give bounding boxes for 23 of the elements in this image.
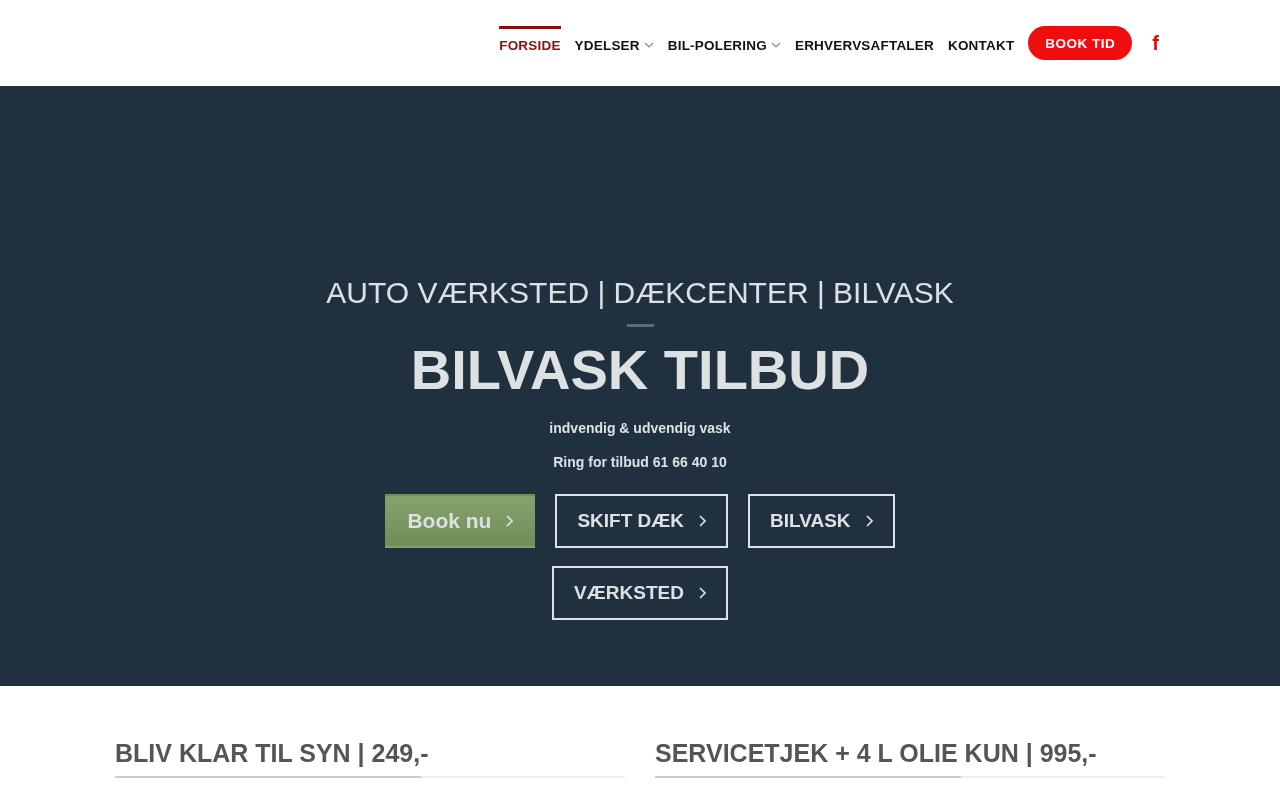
chevron-right-icon [698, 515, 706, 527]
nav-link[interactable]: BIL-POLERING [667, 26, 781, 60]
hero-text: indvendig & udvendig vask [549, 420, 731, 436]
hero-button[interactable]: SKIFT DÆK [555, 494, 728, 548]
hero-button[interactable]: VÆRKSTED [552, 566, 728, 620]
hero-button[interactable]: BILVASK [748, 494, 895, 548]
facebook-icon[interactable]: f [1146, 31, 1165, 55]
chevron-right-icon [864, 515, 873, 527]
nav-link[interactable]: FORSIDE [499, 26, 561, 60]
section-heading: BLIV KLAR TIL SYN | 249,- [115, 738, 625, 778]
nav-link[interactable]: KONTAKT [947, 26, 1015, 60]
hero-title: BILVASK TILBUD [410, 337, 870, 402]
caret-down-icon [643, 42, 654, 48]
divider [626, 324, 654, 327]
nav-link[interactable]: ERHVERVSAFTALER [794, 26, 934, 60]
book-button[interactable]: BOOK TID [1028, 26, 1133, 60]
chevron-right-icon [697, 587, 706, 599]
chevron-right-icon [505, 515, 514, 527]
hero-kicker: AUTO VÆRKSTED | DÆKCENTER | BILVASK [326, 276, 954, 310]
hero-text: Ring for tilbud 61 66 40 10 [553, 454, 727, 470]
section-heading: SERVICETJEK + 4 L OLIE KUN | 995,- [655, 738, 1165, 778]
nav-link[interactable]: YDELSER [574, 26, 654, 60]
caret-down-icon [770, 42, 781, 48]
